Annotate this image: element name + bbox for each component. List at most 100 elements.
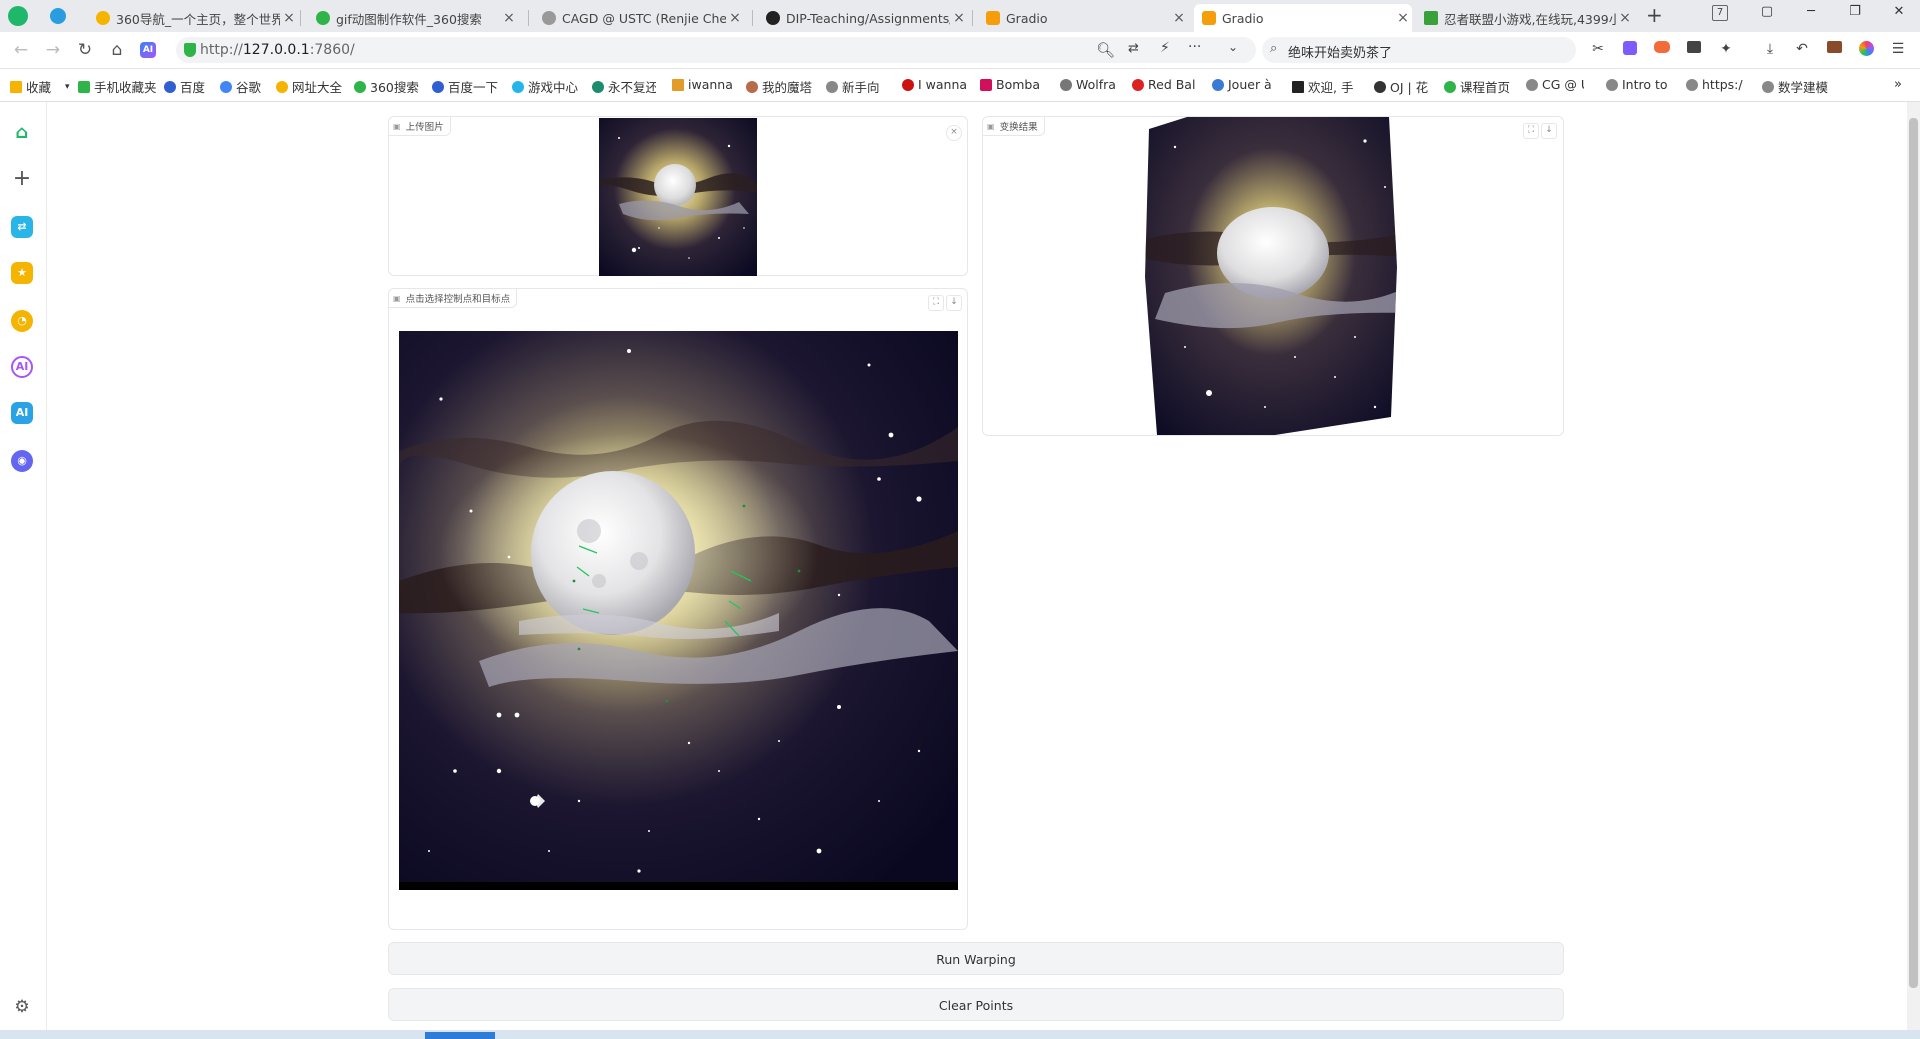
ai-assistant-icon[interactable]: AI — [11, 356, 33, 378]
menu-icon[interactable]: ☰ — [1888, 41, 1908, 57]
ai-icon[interactable]: AI — [11, 402, 33, 424]
search-icon: ⌕ — [1270, 41, 1278, 56]
back-icon[interactable]: ← — [10, 40, 32, 60]
bookmark-item[interactable]: 手机收藏夹 — [78, 77, 157, 96]
close-icon[interactable]: × — [950, 10, 968, 26]
close-icon[interactable]: × — [726, 10, 744, 26]
taskbar-strip — [0, 1030, 1920, 1039]
chat-icon[interactable]: ◔ — [11, 310, 33, 332]
game-icon[interactable] — [1652, 41, 1672, 57]
upload-image-panel[interactable]: ▣ 上传图片 × — [388, 116, 968, 276]
tab-360-nav[interactable]: 360导航_一个主页，整个世界 × — [88, 4, 298, 32]
scrollbar-thumb[interactable] — [1909, 118, 1918, 988]
download-icon[interactable]: ⤓ — [1760, 41, 1780, 57]
chevron-down-icon[interactable]: ⌄ — [1228, 40, 1238, 54]
bookmark-item[interactable]: Bomba — [980, 77, 1044, 92]
point-selection-canvas[interactable] — [399, 331, 958, 890]
skin-icon[interactable]: ▢ — [1752, 4, 1782, 19]
bookmark-item[interactable]: Jouer à — [1212, 77, 1276, 92]
add-icon[interactable]: + — [11, 168, 33, 190]
tab-title: 忍者联盟小游戏,在线玩,4399小 — [1444, 11, 1616, 27]
clear-image-button[interactable]: × — [946, 125, 962, 141]
bookmark-item[interactable]: Red Bal — [1132, 77, 1196, 92]
bookmark-item[interactable]: 课程首页 — [1444, 77, 1514, 96]
fullscreen-button[interactable]: ⛶ — [1523, 123, 1539, 139]
purple-app-icon[interactable] — [1620, 41, 1640, 59]
star-icon[interactable]: ★ — [11, 262, 33, 284]
home-icon[interactable]: ⌂ — [106, 40, 128, 60]
close-icon[interactable]: × — [1170, 10, 1188, 26]
zoom-icon[interactable]: 🔍︎ — [1096, 41, 1115, 59]
bookmark-item[interactable]: Intro to — [1606, 77, 1668, 92]
minimize-icon[interactable]: ─ — [1796, 4, 1826, 19]
ai-icon[interactable]: AI — [140, 42, 156, 58]
fullscreen-button[interactable]: ⛶ — [928, 295, 944, 311]
translate-icon[interactable]: ⇄ — [1128, 41, 1139, 56]
url-text[interactable]: http://127.0.0.1:7860/ — [200, 42, 355, 58]
reload-icon[interactable]: ↻ — [74, 40, 96, 60]
bookmark-item[interactable]: 我的魔塔 — [746, 77, 814, 96]
lightning-icon[interactable]: ⚡︎ — [1160, 40, 1170, 56]
bookmarks-overflow-icon[interactable]: » — [1894, 77, 1902, 92]
close-icon[interactable]: × — [500, 10, 518, 26]
tab-favicon-icon — [542, 11, 556, 25]
secure-shield-icon — [184, 43, 196, 57]
forward-icon[interactable]: → — [42, 40, 64, 60]
bookmark-item[interactable]: 游戏中心 — [512, 77, 578, 96]
bookmark-item[interactable]: 百度一下 — [432, 77, 498, 96]
bot-icon[interactable]: ◉ — [11, 450, 33, 472]
bookmark-item[interactable]: 欢迎, 手 — [1292, 77, 1360, 96]
close-icon[interactable]: × — [280, 10, 298, 26]
bookmark-item[interactable]: 数学建模 — [1762, 77, 1834, 96]
bookmark-item[interactable]: CG @ U — [1526, 77, 1584, 92]
undo-icon[interactable]: ↶ — [1792, 41, 1812, 57]
bookmark-item[interactable]: https:/ — [1686, 77, 1748, 92]
tab-gif-search[interactable]: gif动图制作软件_360搜索 × — [308, 4, 518, 32]
tab-gradio-1[interactable]: Gradio × — [978, 4, 1188, 32]
tab-4399-game[interactable]: 忍者联盟小游戏,在线玩,4399小 × — [1416, 4, 1634, 32]
tab-count-badge[interactable]: 7 — [1712, 5, 1728, 21]
new-tab-button[interactable]: + — [1646, 3, 1663, 27]
cut-icon[interactable]: ✂ — [1588, 41, 1608, 57]
address-bar[interactable]: http://127.0.0.1:7860/ 🔍︎ ⇄ ⚡︎ ··· ⌄ — [176, 37, 1256, 63]
close-icon[interactable]: × — [1394, 10, 1412, 26]
bookmark-item[interactable]: OJ | 花 — [1374, 77, 1434, 96]
image-icon: ▣ — [987, 121, 995, 131]
bookmark-item[interactable]: 谷歌 — [220, 77, 261, 96]
restore-icon[interactable]: ❐ — [1840, 4, 1870, 19]
search-box[interactable]: ⌕ 绝味开始卖奶茶了 — [1262, 37, 1576, 63]
close-icon[interactable]: × — [1616, 10, 1634, 26]
bookmark-item[interactable]: iwanna — [672, 77, 734, 92]
tab-gradio-active[interactable]: Gradio × — [1194, 4, 1412, 32]
run-warping-button[interactable]: Run Warping — [388, 942, 1564, 975]
download-button[interactable]: ↓ — [946, 295, 962, 311]
translate-app-icon[interactable]: ⇄ — [11, 216, 33, 238]
browser-logo-icon[interactable] — [8, 6, 28, 26]
taskbar-active-indicator — [425, 1032, 495, 1039]
select-points-panel[interactable]: ▣ 点击选择控制点和目标点 ⛶ ↓ — [388, 288, 968, 930]
telegram-icon[interactable] — [50, 8, 66, 24]
bookmark-item[interactable]: 网址大全 — [276, 77, 342, 96]
more-icon[interactable]: ··· — [1188, 39, 1201, 55]
tab-cagd[interactable]: CAGD @ USTC (Renjie Chen) × — [534, 4, 744, 32]
clear-points-button[interactable]: Clear Points — [388, 988, 1564, 1021]
download-button[interactable]: ↓ — [1541, 123, 1557, 139]
bookmark-item[interactable]: 百度 — [164, 77, 205, 96]
bookmark-item[interactable]: 360搜索 — [354, 77, 419, 96]
search-text[interactable]: 绝味开始卖奶茶了 — [1288, 42, 1392, 61]
close-window-icon[interactable]: ✕ — [1884, 4, 1914, 19]
bookmark-item[interactable]: Wolfra — [1060, 77, 1124, 92]
profile-icon[interactable] — [1856, 41, 1876, 60]
result-panel: ▣ 变换结果 ⛶ ↓ — [982, 116, 1564, 436]
bookmark-item[interactable]: 永不复还 — [592, 77, 656, 96]
screenshot-icon[interactable] — [1684, 41, 1704, 57]
home-icon[interactable]: ⌂ — [11, 122, 33, 144]
github-icon — [766, 11, 780, 25]
bookmark-item[interactable]: 新手向 — [826, 77, 890, 96]
extensions-icon[interactable]: ✦ — [1716, 41, 1736, 57]
tab-github[interactable]: DIP-Teaching/Assignments/ × — [758, 4, 968, 32]
bookmark-favorites[interactable]: 收藏 ▾ — [10, 77, 70, 96]
briefcase-icon[interactable] — [1824, 41, 1844, 57]
settings-icon[interactable]: ⚙ — [11, 996, 33, 1018]
bookmark-item[interactable]: I wanna — [902, 77, 966, 92]
